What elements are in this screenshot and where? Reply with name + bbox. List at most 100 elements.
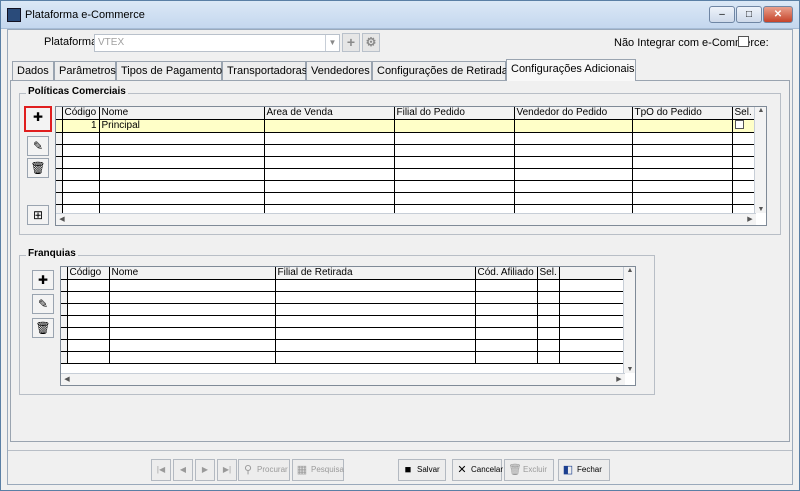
- cell[interactable]: [109, 327, 276, 340]
- cell[interactable]: [394, 132, 515, 145]
- col-vendedor-pedido[interactable]: Vendedor do Pedido: [514, 107, 633, 120]
- cell[interactable]: [475, 291, 538, 304]
- cell[interactable]: [275, 303, 476, 316]
- cell[interactable]: [275, 291, 476, 304]
- cell[interactable]: [394, 144, 515, 157]
- pesquisa-button[interactable]: ▦ Pesquisa: [292, 459, 344, 481]
- cell[interactable]: [67, 327, 110, 340]
- fechar-button[interactable]: ◧ Fechar: [558, 459, 610, 481]
- tab-configuracoes-adicionais[interactable]: Configurações Adicionais: [506, 59, 636, 81]
- cell[interactable]: [67, 339, 110, 352]
- excluir-button[interactable]: 🗑Excluir: [504, 459, 554, 481]
- cell[interactable]: [264, 180, 395, 193]
- table-row[interactable]: [56, 132, 755, 145]
- nao-integrar-checkbox[interactable]: [738, 36, 749, 47]
- cell[interactable]: [67, 303, 110, 316]
- cell[interactable]: [62, 156, 100, 169]
- cell[interactable]: [109, 279, 276, 292]
- scroll-left-icon[interactable]: ◀: [61, 375, 73, 383]
- col-sel[interactable]: Sel.: [537, 267, 560, 280]
- cell[interactable]: [394, 192, 515, 205]
- table-row[interactable]: [56, 168, 755, 181]
- add-plataforma-button[interactable]: +: [342, 33, 360, 52]
- cell[interactable]: [264, 156, 395, 169]
- cell[interactable]: [394, 156, 515, 169]
- cell[interactable]: [99, 132, 265, 145]
- table-row[interactable]: [61, 291, 628, 304]
- politicas-grid[interactable]: Código Nome Área de Venda Filial do Pedi…: [55, 106, 767, 226]
- cell[interactable]: [475, 327, 538, 340]
- cell[interactable]: [537, 351, 560, 364]
- cell[interactable]: [99, 144, 265, 157]
- cell[interactable]: [537, 315, 560, 328]
- close-button[interactable]: ✕: [763, 6, 793, 23]
- cell[interactable]: [275, 339, 476, 352]
- cell[interactable]: [632, 180, 733, 193]
- col-sel[interactable]: Sel.: [732, 107, 755, 120]
- scroll-up-icon[interactable]: ▲: [755, 107, 766, 114]
- cell[interactable]: [62, 132, 100, 145]
- franquias-horizontal-scrollbar[interactable]: ◀ ▶: [61, 373, 625, 385]
- last-record-button[interactable]: ▶|: [217, 459, 237, 481]
- cell[interactable]: [632, 132, 733, 145]
- edit-franquia-button[interactable]: ✎: [32, 294, 54, 314]
- cell[interactable]: [109, 315, 276, 328]
- col-codigo[interactable]: Código: [62, 107, 100, 120]
- cell[interactable]: [67, 351, 110, 364]
- cell[interactable]: [514, 156, 633, 169]
- tab-vendedores[interactable]: Vendedores: [306, 61, 372, 80]
- scroll-down-icon[interactable]: ▼: [755, 206, 766, 213]
- previous-record-button[interactable]: ◀: [173, 459, 193, 481]
- cell[interactable]: [632, 192, 733, 205]
- cell[interactable]: [394, 168, 515, 181]
- cell[interactable]: [632, 168, 733, 181]
- scroll-right-icon[interactable]: ▶: [744, 215, 756, 223]
- table-row[interactable]: 1 Principal: [56, 119, 755, 133]
- table-row[interactable]: [61, 315, 628, 328]
- next-record-button[interactable]: ▶: [195, 459, 215, 481]
- cell[interactable]: [275, 327, 476, 340]
- cell[interactable]: [537, 339, 560, 352]
- cell[interactable]: [732, 168, 755, 181]
- cancelar-button[interactable]: ✕ Cancelar: [452, 459, 503, 481]
- cell-tpo-pedido[interactable]: [632, 119, 733, 133]
- first-record-button[interactable]: |◀: [151, 459, 171, 481]
- cell-codigo[interactable]: 1: [62, 119, 100, 133]
- cell[interactable]: [109, 339, 276, 352]
- edit-politica-button[interactable]: ✎: [27, 136, 49, 156]
- table-row[interactable]: [61, 339, 628, 352]
- col-nome[interactable]: Nome: [99, 107, 265, 120]
- cell[interactable]: [475, 303, 538, 316]
- cell[interactable]: [62, 180, 100, 193]
- cell[interactable]: [537, 303, 560, 316]
- cell[interactable]: [514, 132, 633, 145]
- cell[interactable]: [99, 168, 265, 181]
- cell[interactable]: [62, 168, 100, 181]
- cell-sel[interactable]: [732, 119, 755, 133]
- table-row[interactable]: [56, 144, 755, 157]
- cell[interactable]: [475, 339, 538, 352]
- cell[interactable]: [537, 279, 560, 292]
- chevron-down-icon[interactable]: ▼: [325, 35, 339, 51]
- cell[interactable]: [275, 279, 476, 292]
- cell[interactable]: [99, 192, 265, 205]
- cell[interactable]: [264, 132, 395, 145]
- cell[interactable]: [732, 192, 755, 205]
- cell[interactable]: [732, 144, 755, 157]
- cell[interactable]: [537, 291, 560, 304]
- table-row[interactable]: [61, 279, 628, 292]
- cell[interactable]: [514, 144, 633, 157]
- procurar-button[interactable]: ⚲ Procurar: [238, 459, 290, 481]
- delete-politica-button[interactable]: 🗑: [27, 158, 49, 178]
- tab-tipos-pagamento[interactable]: Tipos de Pagamento: [116, 61, 222, 80]
- scroll-down-icon[interactable]: ▼: [624, 366, 635, 373]
- cell[interactable]: [732, 132, 755, 145]
- sel-checkbox[interactable]: [734, 119, 744, 129]
- politicas-horizontal-scrollbar[interactable]: ◀ ▶: [56, 213, 756, 225]
- table-row[interactable]: [56, 180, 755, 193]
- tab-configuracoes-retirada[interactable]: Configurações de Retirada: [372, 61, 508, 80]
- cell[interactable]: [514, 180, 633, 193]
- table-row[interactable]: [61, 327, 628, 340]
- cell[interactable]: [537, 327, 560, 340]
- cell[interactable]: [99, 180, 265, 193]
